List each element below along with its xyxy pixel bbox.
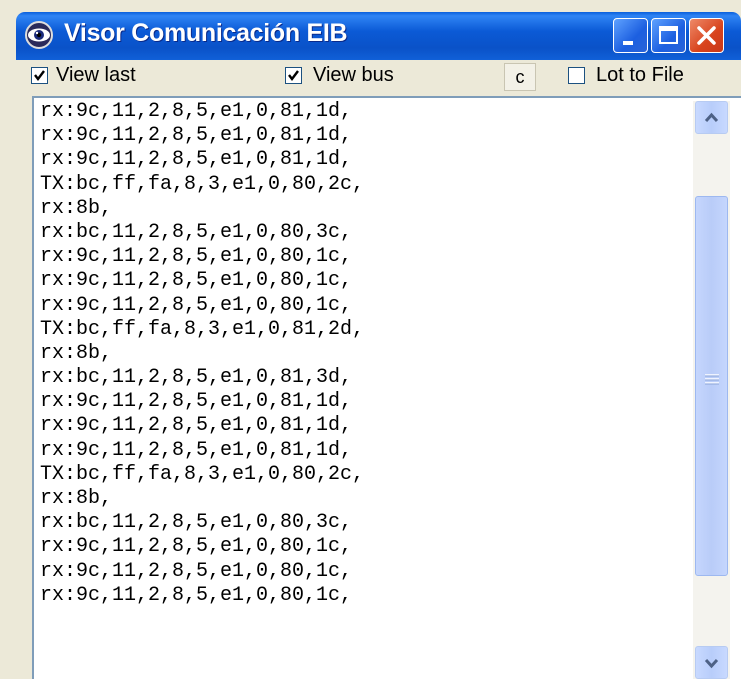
log-line: rx:9c,11,2,8,5,e1,0,81,1d, [40, 414, 353, 438]
checkmark-icon [288, 70, 299, 81]
log-line: rx:9c,11,2,8,5,e1,0,81,1d, [40, 124, 353, 148]
options-bar: View last View bus c Lot to File [16, 60, 741, 94]
log-line: TX:bc,ff,fa,8,3,e1,0,81,2d, [40, 317, 365, 341]
clear-button[interactable]: c [504, 63, 536, 91]
close-icon [697, 26, 716, 45]
log-lines: rx:9c,11,2,8,5,e1,0,81,1d, rx:9c,11,2,8,5… [40, 100, 364, 608]
log-line: rx:bc,11,2,8,5,e1,0,80,3c, [40, 511, 353, 535]
log-line: rx:9c,11,2,8,5,e1,0,81,1d, [40, 148, 353, 172]
log-line: rx:9c,11,2,8,5,e1,0,81,1d, [40, 100, 353, 123]
log-line: rx:9c,11,2,8,5,e1,0,81,1d, [40, 390, 353, 414]
log-line: rx:9c,11,2,8,5,e1,0,80,1c, [40, 559, 353, 583]
window-frame [16, 94, 32, 679]
log-line: rx:9c,11,2,8,5,e1,0,80,1c, [40, 583, 353, 607]
minimize-icon [623, 41, 633, 45]
checkmark-icon [34, 70, 45, 81]
log-line: rx:9c,11,2,8,5,e1,0,80,1c, [40, 293, 353, 317]
maximize-button[interactable] [651, 18, 686, 53]
log-textarea[interactable]: rx:9c,11,2,8,5,e1,0,81,1d, rx:9c,11,2,8,5… [32, 96, 741, 679]
scroll-down-button[interactable] [695, 646, 728, 679]
close-button[interactable] [689, 18, 724, 53]
minimize-button[interactable] [613, 18, 648, 53]
log-to-file-label[interactable]: Lot to File [596, 64, 684, 87]
view-last-label[interactable]: View last [56, 64, 136, 87]
window-title: Visor Comunicación EIB [64, 19, 348, 47]
chevron-up-icon [704, 112, 719, 123]
log-line: TX:bc,ff,fa,8,3,e1,0,80,2c, [40, 462, 365, 486]
view-bus-label[interactable]: View bus [313, 64, 394, 87]
log-line: rx:bc,11,2,8,5,e1,0,81,3d, [40, 366, 353, 390]
log-line: rx:9c,11,2,8,5,e1,0,80,1c, [40, 245, 353, 269]
grip-icon [705, 374, 719, 385]
scroll-thumb[interactable] [695, 196, 728, 576]
log-line: rx:9c,11,2,8,5,e1,0,81,1d, [40, 438, 353, 462]
view-last-checkbox[interactable] [31, 67, 48, 84]
maximize-icon [659, 26, 678, 44]
log-line: rx:9c,11,2,8,5,e1,0,80,1c, [40, 269, 353, 293]
log-line: rx:bc,11,2,8,5,e1,0,80,3c, [40, 220, 353, 244]
log-line: TX:bc,ff,fa,8,3,e1,0,80,2c, [40, 172, 365, 196]
view-bus-checkbox[interactable] [285, 67, 302, 84]
vertical-scrollbar[interactable] [693, 101, 730, 679]
scroll-up-button[interactable] [695, 101, 728, 134]
log-to-file-checkbox[interactable] [568, 67, 585, 84]
log-line: rx:9c,11,2,8,5,e1,0,80,1c, [40, 535, 353, 559]
log-line: rx:8b, [40, 487, 113, 510]
app-window: Visor Comunicación EIB View last View bu… [0, 0, 741, 679]
title-bar[interactable]: Visor Comunicación EIB [16, 12, 741, 60]
log-line: rx:8b, [40, 341, 113, 365]
chevron-down-icon [704, 658, 719, 669]
eye-icon[interactable] [24, 20, 54, 50]
log-line: rx:8b, [40, 196, 113, 220]
